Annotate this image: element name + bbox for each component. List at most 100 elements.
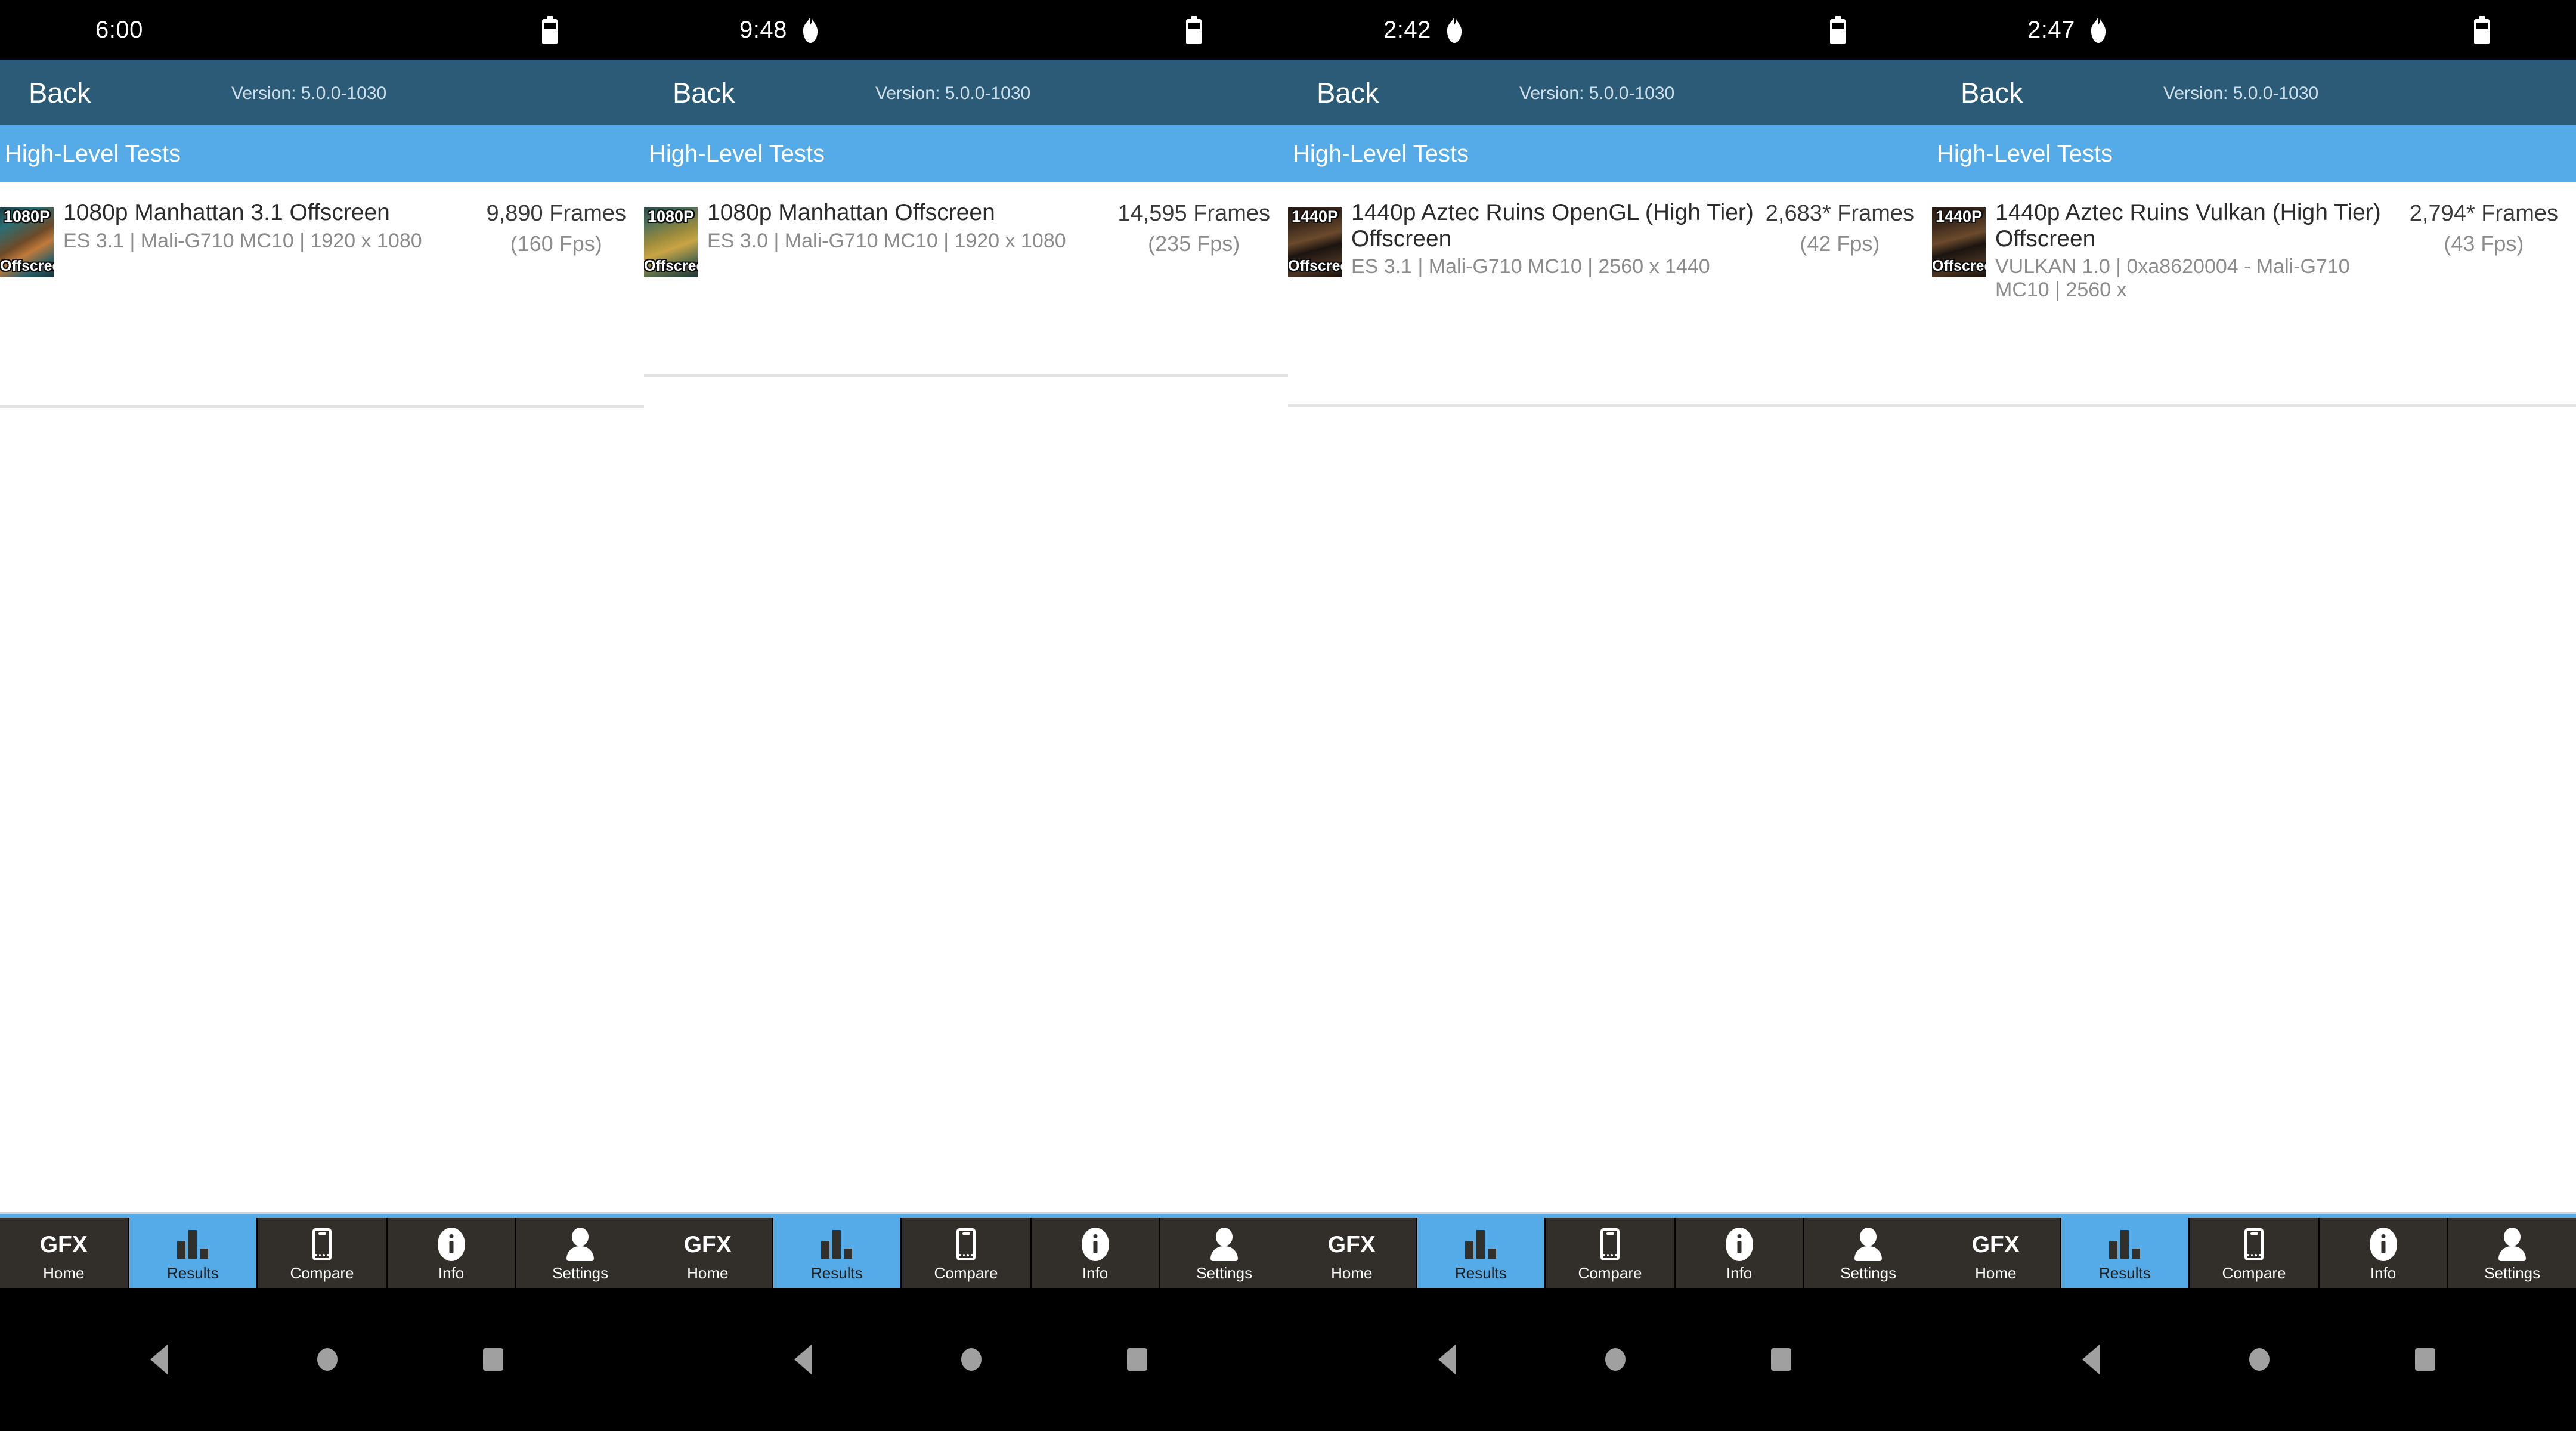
android-back-button[interactable] [2082,1344,2100,1375]
person-icon-wrap [566,1226,595,1263]
tab-label: Info [2370,1264,2397,1282]
tab-info[interactable]: Info [2319,1218,2449,1288]
gfx-logo-icon-wrap: GFX [1328,1226,1376,1263]
android-nav-section [1932,1288,2576,1431]
back-button[interactable]: Back [673,79,735,107]
android-home-button[interactable] [317,1348,338,1371]
tab-list: GFX Home Results Compare Info Settings [644,1218,1288,1288]
test-info: 1080p Manhattan 3.1 Offscreen ES 3.1 | Ma… [54,200,487,253]
android-recents-button[interactable] [2415,1348,2435,1371]
phone-icon-wrap [956,1226,976,1263]
tab-settings[interactable]: Settings [516,1218,644,1288]
tab-compare[interactable]: Compare [902,1218,1032,1288]
bottom-tab-bar: GFX Home Results Compare Info Settings [644,1212,1288,1288]
gfx-logo-icon: GFX [683,1231,732,1257]
app-header: Back Version: 5.0.0-1030 [0,60,644,125]
result-row[interactable]: 1440P Offscreen 1440p Aztec Ruins OpenGL (… [1288,182,1932,278]
tab-info[interactable]: Info [1031,1218,1161,1288]
fps-value: (235 Fps) [1148,231,1240,256]
tab-home[interactable]: GFX Home [644,1218,773,1288]
tab-info[interactable]: Info [387,1218,517,1288]
android-back-button[interactable] [1438,1344,1456,1375]
bar-chart-icon [177,1230,209,1259]
tab-info[interactable]: Info [1675,1218,1805,1288]
tab-label: Compare [2222,1264,2286,1282]
tab-label: Home [687,1264,729,1282]
bottom-tab-bar: GFX Home Results Compare Info Settings [1288,1212,1932,1288]
test-score: 9,890 Frames (160 Fps) [487,200,644,256]
thumbnail-resolution-label: 1080P [647,207,695,225]
section-title: High-Level Tests [649,140,825,167]
phone-icon-wrap [1600,1226,1620,1263]
android-recents-button[interactable] [483,1348,503,1371]
test-name: 1440p Aztec Ruins Vulkan (High Tier) Off… [1995,200,2381,252]
flame-icon [1444,17,1465,43]
list-divider [1288,404,1932,407]
tab-home[interactable]: GFX Home [1932,1218,2061,1288]
tab-results[interactable]: Results [2061,1218,2191,1288]
fps-value: (42 Fps) [1800,231,1880,256]
tab-home[interactable]: GFX Home [0,1218,129,1288]
tab-settings[interactable]: Settings [1804,1218,1932,1288]
android-home-button[interactable] [961,1348,982,1371]
list-divider [0,405,644,408]
test-thumbnail: 1080P Offscreen [0,207,54,277]
battery-icon [1186,16,1202,44]
status-icons [1186,16,1202,44]
frames-value: 14,595 Frames [1117,201,1270,226]
result-row[interactable]: 1440P Offscreen 1440p Aztec Ruins Vulkan (… [1932,182,2576,302]
back-button[interactable]: Back [1317,79,1379,107]
tab-results[interactable]: Results [773,1218,903,1288]
tab-settings[interactable]: Settings [1160,1218,1288,1288]
test-thumbnail: 1080P Offscreen [644,207,698,277]
android-home-button[interactable] [2249,1348,2270,1371]
tab-results[interactable]: Results [129,1218,259,1288]
result-row[interactable]: 1080P Offscreen 1080p Manhattan Offscreen E… [644,182,1288,277]
tab-label: Settings [1840,1264,1897,1282]
info-circle-icon-wrap [437,1226,465,1263]
android-system-navigation [0,1288,2576,1431]
status-bar: 2:42 [1288,0,1932,60]
bar-chart-icon [2109,1230,2141,1259]
tab-compare[interactable]: Compare [1546,1218,1676,1288]
test-score: 2,683* Frames (42 Fps) [1766,200,1932,256]
bottom-tab-bar: GFX Home Results Compare Info Settings [1932,1212,2576,1288]
android-back-button[interactable] [794,1344,812,1375]
tab-label: Compare [290,1264,354,1282]
section-title: High-Level Tests [1937,140,2113,167]
tab-compare[interactable]: Compare [2190,1218,2320,1288]
phone-icon [312,1228,332,1260]
person-icon [1854,1228,1883,1261]
tab-home[interactable]: GFX Home [1288,1218,1417,1288]
android-home-button[interactable] [1605,1348,1626,1371]
bottom-tab-bar: GFX Home Results Compare Info Settings [0,1212,644,1288]
android-back-button[interactable] [150,1344,168,1375]
tab-settings[interactable]: Settings [2448,1218,2576,1288]
tab-compare[interactable]: Compare [258,1218,388,1288]
info-circle-icon-wrap [1725,1226,1753,1263]
test-info: 1440p Aztec Ruins Vulkan (High Tier) Off… [1986,200,2410,302]
test-name: 1080p Manhattan 3.1 Offscreen [63,200,390,225]
list-divider [644,374,1288,377]
android-recents-button[interactable] [1127,1348,1147,1371]
phone-icon [956,1228,976,1260]
person-icon [2498,1228,2527,1261]
app-panel-3: 2:42 Back Version: 5.0.0-1030 High-Level Te… [1288,0,1932,1288]
tab-label: Results [811,1264,863,1282]
android-nav-section [644,1288,1288,1431]
result-row[interactable]: 1080POffscreen1080p Manhattan 3.1 Offscr… [0,182,644,277]
bar-chart-icon-wrap [177,1226,209,1263]
tab-results[interactable]: Results [1417,1218,1547,1288]
section-header: High-Level Tests [1288,125,1932,182]
flame-icon [800,17,821,43]
status-clock: 2:47 [2027,17,2075,43]
phone-icon [2244,1228,2264,1260]
battery-icon [542,16,558,44]
back-button[interactable]: Back [1961,79,2023,107]
bar-chart-icon-wrap [821,1226,853,1263]
back-button[interactable]: Back [29,79,91,107]
test-info: 1080p Manhattan Offscreen ES 3.0 | Mali-G… [698,200,1117,253]
status-icons [1830,16,1846,44]
fps-value: (160 Fps) [510,231,602,256]
android-recents-button[interactable] [1771,1348,1791,1371]
